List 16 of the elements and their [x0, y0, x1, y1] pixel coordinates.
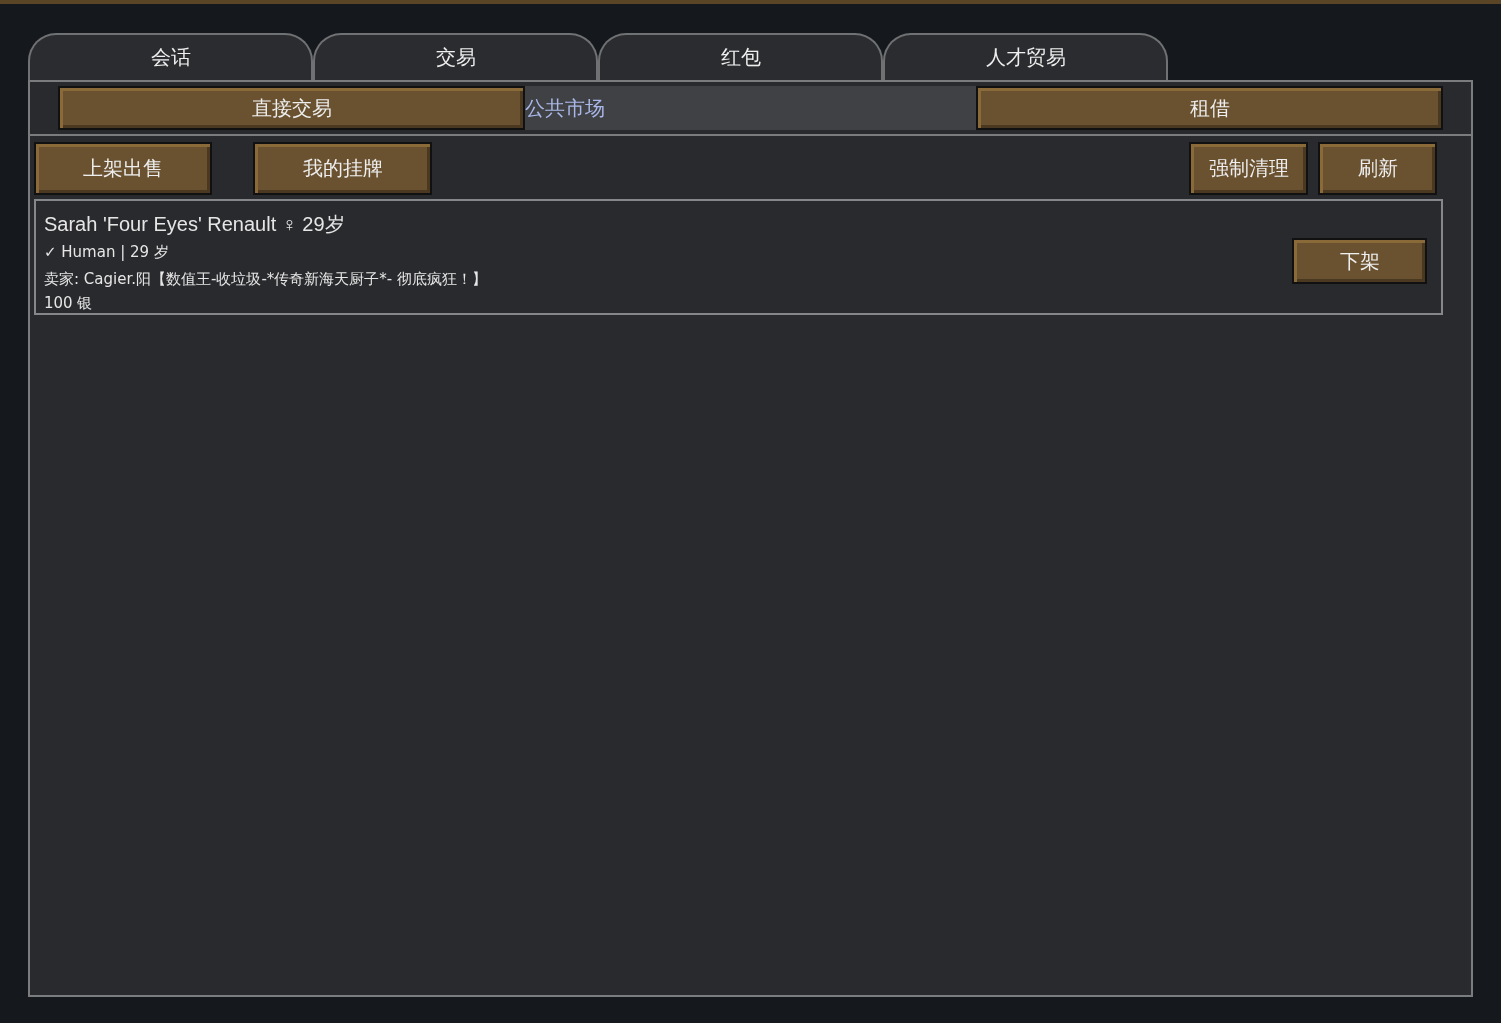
seller-text: 卖家: Cagier.阳【数值王-收垃圾-*传奇新海天厨子*- 彻底疯狂！】	[44, 269, 488, 290]
tab[interactable]: 交易	[313, 33, 598, 80]
tab[interactable]: 人才贸易	[883, 33, 1168, 80]
tab[interactable]: 红包	[598, 33, 883, 80]
toolbar-button[interactable]: 我的挂牌	[253, 142, 432, 195]
delist-button[interactable]: 下架	[1292, 238, 1427, 284]
tab[interactable]: 会话	[28, 33, 313, 80]
price-text: 100 银	[44, 293, 94, 313]
toolbar-button[interactable]: 刷新	[1318, 142, 1437, 195]
subtab[interactable]: 租借	[976, 86, 1443, 130]
pawn-info: ✓ Human | 29 岁	[44, 242, 170, 263]
subtab[interactable]: 直接交易	[58, 86, 525, 130]
subtab[interactable]: 公共市场	[525, 86, 976, 130]
toolbar-button[interactable]: 强制清理	[1189, 142, 1308, 195]
toolbar-button[interactable]: 上架出售	[34, 142, 212, 195]
pawn-name: Sarah 'Four Eyes' Renault ♀ 29岁	[44, 212, 346, 237]
